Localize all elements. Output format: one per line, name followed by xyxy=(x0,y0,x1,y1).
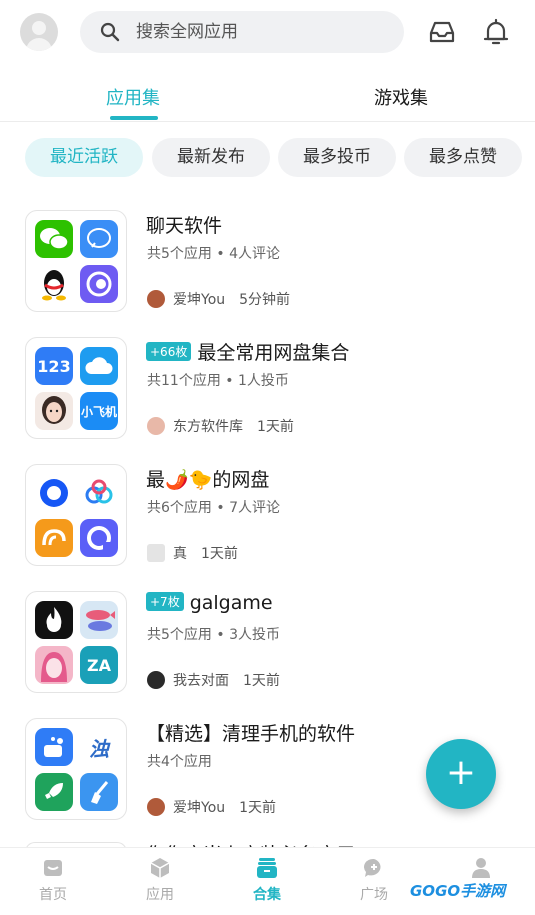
box-icon xyxy=(150,858,170,878)
post-time: 5分钟前 xyxy=(239,292,291,308)
collection-meta: 共5个应用 • 3人投币 xyxy=(147,627,280,643)
top-bar xyxy=(0,0,535,66)
anime-girl-icon xyxy=(35,646,73,684)
collection-icon xyxy=(257,858,277,878)
avatar-girl-icon xyxy=(35,392,73,430)
add-collection-button[interactable]: + xyxy=(426,739,496,809)
nav-collections[interactable]: 合集 xyxy=(227,856,307,904)
author-avatar xyxy=(147,671,165,689)
author-row[interactable]: 爱坤You 5分钟前 xyxy=(147,289,290,309)
collection-title: +7枚 galgame xyxy=(146,592,273,614)
zhuo-icon: 浊 xyxy=(80,728,118,766)
quark-icon xyxy=(35,474,73,512)
collection-meta: 共5个应用 • 4人评论 xyxy=(147,246,280,262)
collection-meta: 共11个应用 • 1人投币 xyxy=(147,373,289,389)
collection-thumbnail: ZA xyxy=(25,591,127,693)
author-row[interactable]: 我去对面 1天前 xyxy=(147,670,280,690)
wechat-icon xyxy=(35,220,73,258)
collection-thumbnail: 123 小飞机 xyxy=(25,337,127,439)
search-icon xyxy=(100,22,120,42)
user-icon xyxy=(472,858,490,878)
collection-meta: 共4个应用 xyxy=(147,754,212,770)
bell-icon[interactable] xyxy=(482,18,510,46)
fire-icon xyxy=(35,601,73,639)
cleaner-icon xyxy=(35,728,73,766)
collection-title: 聊天软件 xyxy=(146,215,223,237)
collection-thumbnail: 浊 xyxy=(25,718,127,820)
qq-icon xyxy=(35,265,73,303)
author-row[interactable]: 爱坤You 1天前 xyxy=(147,797,276,817)
author-name: 东方软件库 xyxy=(173,419,243,435)
author-name: 爱坤You xyxy=(173,800,226,816)
inbox-icon[interactable] xyxy=(428,18,456,46)
nav-apps[interactable]: 应用 xyxy=(120,856,200,904)
collection-meta: 共6个应用 • 7人评论 xyxy=(147,500,280,516)
filter-most-likes[interactable]: 最多点赞 xyxy=(404,138,522,177)
post-time: 1天前 xyxy=(257,419,294,435)
collection-thumbnail xyxy=(25,210,127,312)
coin-badge: +66枚 xyxy=(146,342,192,361)
author-name: 爱坤You xyxy=(173,292,226,308)
fish-icon xyxy=(80,601,118,639)
user-avatar[interactable] xyxy=(20,13,58,51)
post-time: 1天前 xyxy=(239,800,277,816)
watermark-logo: GOGO手游网 xyxy=(410,882,506,900)
tab-indicator xyxy=(110,116,158,120)
author-row[interactable]: 东方软件库 1天前 xyxy=(147,416,294,436)
filter-chips: 最近活跃 最新发布 最多投币 最多点赞 xyxy=(25,138,535,178)
collection-thumbnail xyxy=(25,464,127,566)
123pan-icon: 123 xyxy=(35,347,73,385)
filter-newest[interactable]: 最新发布 xyxy=(152,138,270,177)
message-icon xyxy=(80,220,118,258)
baidu-pan-icon xyxy=(80,474,118,512)
tab-bar: 应用集 游戏集 xyxy=(0,66,535,122)
post-time: 1天前 xyxy=(201,546,238,562)
search-bar[interactable] xyxy=(80,11,404,53)
filter-recent-active[interactable]: 最近活跃 xyxy=(25,138,143,177)
home-icon xyxy=(44,860,62,876)
tab-app-collections[interactable]: 应用集 xyxy=(106,84,160,110)
author-name: 真 xyxy=(173,546,187,562)
list-item[interactable]: 聊天软件 共5个应用 • 4人评论 爱坤You 5分钟前 xyxy=(0,205,535,321)
post-time: 1天前 xyxy=(243,673,280,689)
collection-title: 最🌶️🐤的网盘 xyxy=(146,469,270,491)
rocket-icon xyxy=(35,773,73,811)
author-name: 我去对面 xyxy=(173,673,229,689)
list-item[interactable]: 123 小飞机 +66枚 最全常用网盘集合 共11个应用 • 1人投币 东方软件库… xyxy=(0,332,535,448)
collection-title: 【精选】清理手机的软件 xyxy=(146,723,356,745)
aliyun-icon xyxy=(80,519,118,557)
broom-icon xyxy=(80,773,118,811)
list-item[interactable]: ZA +7枚 galgame 共5个应用 • 3人投币 我去对面 1天前 xyxy=(0,586,535,702)
search-input[interactable] xyxy=(136,11,386,53)
author-row[interactable]: 真 1天前 xyxy=(147,543,238,563)
author-avatar xyxy=(147,798,165,816)
nav-home[interactable]: 首页 xyxy=(13,856,93,904)
collection-title: +66枚 最全常用网盘集合 xyxy=(146,338,349,365)
cloud-icon xyxy=(80,347,118,385)
author-avatar xyxy=(147,290,165,308)
author-avatar xyxy=(147,417,165,435)
za-icon: ZA xyxy=(80,646,118,684)
chat-bubble-icon xyxy=(363,858,381,877)
uc-icon xyxy=(35,519,73,557)
list-item[interactable]: 最🌶️🐤的网盘 共6个应用 • 7人评论 真 1天前 xyxy=(0,459,535,575)
browser-icon xyxy=(80,265,118,303)
filter-most-coins[interactable]: 最多投币 xyxy=(278,138,396,177)
nav-plaza[interactable]: 广场 xyxy=(334,856,414,904)
tab-game-collections[interactable]: 游戏集 xyxy=(374,84,428,110)
author-avatar xyxy=(147,544,165,562)
coin-badge: +7枚 xyxy=(146,592,184,611)
xiaofeiji-icon: 小飞机 xyxy=(80,392,118,430)
